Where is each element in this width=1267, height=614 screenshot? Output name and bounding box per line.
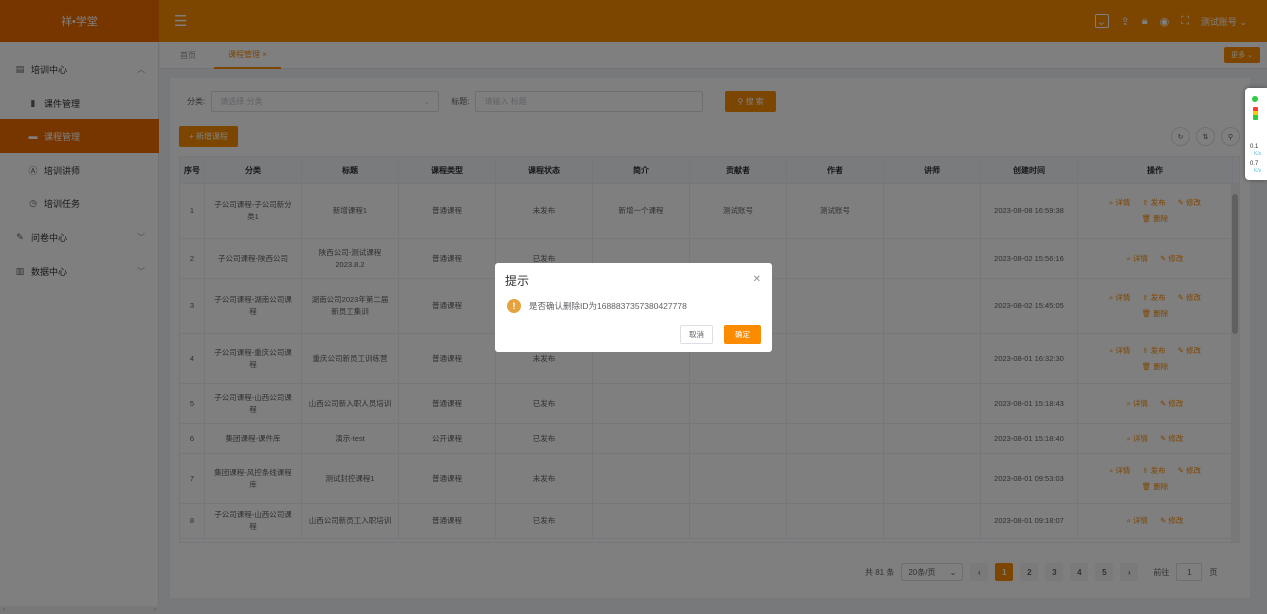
confirm-button[interactable]: 确定 bbox=[724, 325, 761, 344]
battery-icon bbox=[1253, 107, 1258, 120]
speed-unit: K/s bbox=[1254, 151, 1262, 157]
dialog-message: ! 是否确认删除ID为1688837357380427778 bbox=[507, 299, 687, 313]
dialog-title: 提示 bbox=[505, 274, 530, 288]
cancel-button[interactable]: 取消 bbox=[680, 325, 713, 344]
close-icon[interactable]: ✕ bbox=[753, 274, 761, 285]
status-dot-icon bbox=[1252, 96, 1258, 102]
upload-speed: 0.1 bbox=[1250, 144, 1259, 150]
download-speed: 0.7 bbox=[1250, 161, 1259, 167]
app-root: 祥•学堂 ☰ ⌄ ⇪ 🔒︎ ◉ ⛶ 测试账号 ⌄ ▤ 培训中心 ︿ ▮ 课件管理… bbox=[0, 0, 1267, 614]
warning-icon: ! bbox=[507, 299, 521, 313]
dialog-message-text: 是否确认删除ID为1688837357380427778 bbox=[529, 301, 687, 311]
confirm-dialog: 提示 ✕ ! 是否确认删除ID为1688837357380427778 取消 确… bbox=[495, 263, 772, 352]
network-speed-widget[interactable]: 0.1 K/s 0.7 K/s bbox=[1245, 88, 1267, 180]
speed-unit: K/s bbox=[1254, 168, 1262, 174]
